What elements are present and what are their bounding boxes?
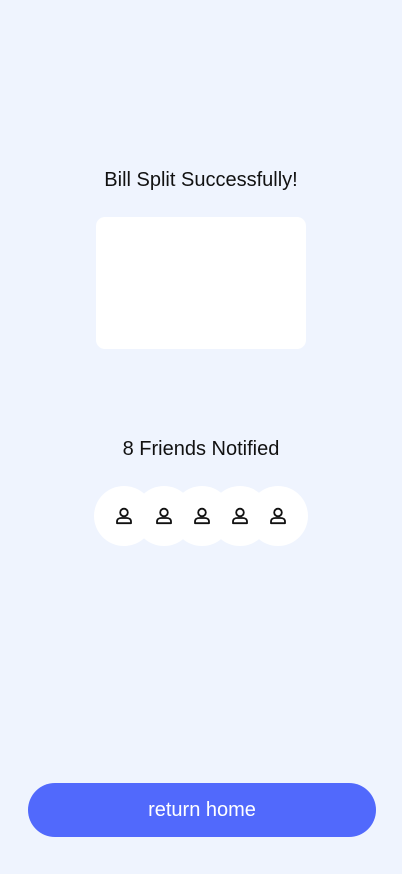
friends-notified-title: 8 Friends Notified bbox=[122, 438, 280, 460]
success-title: Bill Split Successfully! bbox=[104, 169, 298, 191]
bill-split-success-screen: Bill Split Successfully! 8 Friends Notif… bbox=[0, 0, 402, 874]
person-icon bbox=[116, 507, 132, 525]
person-icon bbox=[194, 507, 210, 525]
receipt-card bbox=[96, 217, 306, 349]
person-icon bbox=[232, 507, 248, 525]
friend-avatar-row bbox=[94, 486, 308, 546]
person-icon bbox=[156, 507, 172, 525]
person-icon bbox=[270, 507, 286, 525]
return-home-button[interactable]: return home bbox=[28, 783, 376, 837]
friend-avatar bbox=[248, 486, 308, 546]
